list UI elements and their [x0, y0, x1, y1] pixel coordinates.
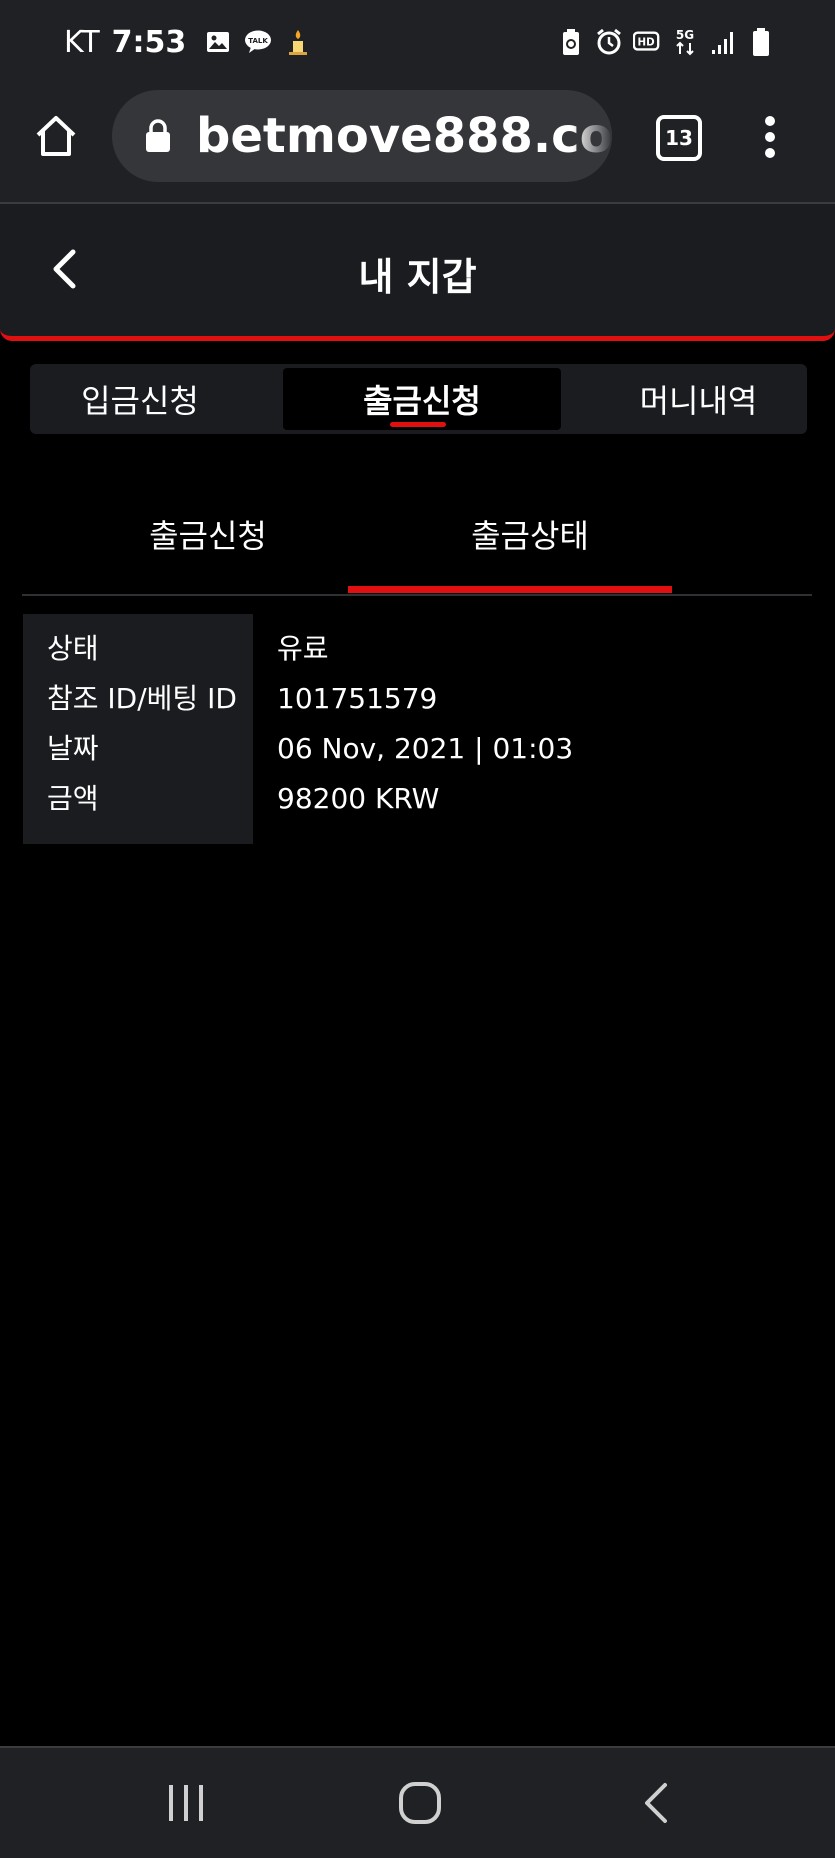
lock-icon — [146, 119, 170, 152]
5g-label: 5G — [676, 28, 694, 42]
talk-label: TALK — [249, 37, 269, 45]
carrier-label: KT — [64, 24, 100, 60]
hd-label: HD — [638, 37, 655, 49]
home-circle-icon — [399, 1782, 441, 1824]
browser-home-button[interactable] — [30, 110, 82, 162]
reference-id-label: 참조 ID/베팅 ID — [47, 682, 237, 715]
hd-icon: HD — [633, 28, 661, 56]
date-value: 06 Nov, 2021 | 01:03 — [277, 732, 574, 765]
more-vertical-icon — [765, 116, 775, 158]
reference-id-value: 101751579 — [277, 682, 438, 715]
amount-label: 금액 — [47, 782, 99, 815]
withdrawal-status-table: 상태 유료 참조 ID/베팅 ID 101751579 날짜 06 Nov, 2… — [23, 614, 813, 844]
system-nav-bar — [0, 1746, 835, 1858]
amount-value: 98200 KRW — [277, 782, 440, 815]
date-label: 날짜 — [47, 732, 99, 765]
candle-icon — [284, 28, 312, 56]
tab-deposit-request[interactable]: 입금신청 — [30, 368, 250, 430]
active-tab-indicator — [390, 422, 446, 427]
url-fade — [572, 90, 612, 182]
home-icon — [36, 116, 76, 156]
address-bar[interactable]: betmove888.com/l — [112, 90, 612, 182]
browser-toolbar: betmove888.com/l 13 — [0, 84, 835, 204]
alarm-icon — [595, 28, 623, 56]
talk-chat-icon: TALK — [244, 28, 272, 56]
status-left: KT 7:53 TALK — [64, 22, 312, 62]
subtab-withdrawal-request[interactable]: 출금신청 — [46, 504, 370, 564]
recent-apps-button[interactable] — [156, 1778, 216, 1828]
5g-icon: 5G — [671, 28, 699, 56]
url-text: betmove888.com/l — [196, 108, 612, 164]
status-right: HD 5G — [557, 22, 775, 62]
subtab-withdrawal-status[interactable]: 출금상태 — [368, 504, 692, 564]
sub-tabs: 출금신청 출금상태 — [22, 490, 812, 596]
status-label: 상태 — [47, 632, 99, 665]
status-value: 유료 — [277, 632, 329, 665]
tab-withdrawal-request-label: 출금신청 — [363, 382, 481, 420]
tab-money-history[interactable]: 머니내역 — [590, 368, 807, 430]
image-icon — [204, 28, 232, 56]
battery-icon — [747, 28, 775, 56]
status-bar: KT 7:53 TALK HD 5G — [0, 0, 835, 84]
recent-apps-icon — [169, 1785, 203, 1821]
clock: 7:53 — [111, 24, 187, 60]
browser-menu-button[interactable] — [752, 112, 788, 162]
system-back-button[interactable] — [626, 1778, 686, 1828]
signal-icon — [709, 28, 737, 56]
tab-switcher-button[interactable]: 13 — [656, 115, 702, 161]
active-subtab-indicator — [348, 586, 672, 593]
system-home-button[interactable] — [390, 1778, 450, 1828]
tab-withdrawal-request[interactable]: 출금신청 — [283, 368, 561, 430]
page-title: 내 지갑 — [358, 255, 477, 299]
main-tabs: 입금신청 출금신청 머니내역 — [30, 364, 807, 434]
battery-saver-icon — [557, 28, 585, 56]
wallet-header: 내 지갑 — [0, 204, 835, 341]
chevron-left-icon — [645, 1783, 667, 1823]
